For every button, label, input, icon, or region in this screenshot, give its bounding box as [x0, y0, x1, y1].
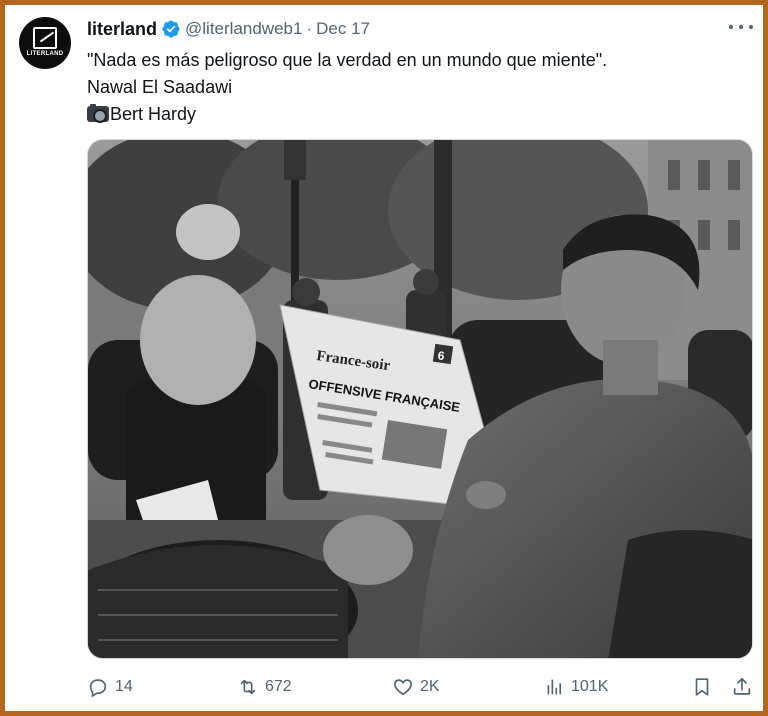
share-icon: [733, 677, 751, 695]
more-options-icon[interactable]: [729, 19, 753, 35]
tweet-credit-line: Bert Hardy: [87, 101, 747, 128]
views-button[interactable]: 101K: [543, 673, 608, 701]
action-bar: 14 672 2K 101K: [87, 673, 753, 701]
verified-badge-icon: [162, 20, 180, 38]
tweet-header: literland @literlandweb1 · Dec 17: [87, 17, 370, 41]
reply-count: 14: [115, 678, 133, 695]
view-count: 101K: [571, 678, 609, 695]
literland-logo-icon: [33, 27, 57, 49]
author-display-name[interactable]: literland: [87, 19, 157, 40]
tweet-card: LITERLAND literland @literlandweb1 · Dec…: [5, 5, 763, 711]
like-count: 2K: [420, 678, 440, 695]
photographer-name: Bert Hardy: [110, 104, 197, 124]
header-separator: ·: [306, 19, 313, 38]
tweet-date[interactable]: Dec 17: [316, 19, 370, 39]
tweet-photo[interactable]: France-soir 6 OFFENSIVE FRANÇAISE: [87, 139, 753, 659]
bookmark-icon: [695, 678, 709, 696]
views-chart-icon: [547, 679, 562, 695]
author-handle[interactable]: @literlandweb1: [185, 19, 302, 39]
reply-button[interactable]: 14: [87, 673, 133, 701]
share-button[interactable]: [731, 673, 753, 701]
photo-image: France-soir 6 OFFENSIVE FRANÇAISE: [88, 140, 752, 658]
bookmark-button[interactable]: [691, 673, 713, 701]
avatar-brand-text: LITERLAND: [26, 51, 64, 57]
tweet-quote-line: "Nada es más peligroso que la verdad en …: [87, 50, 608, 70]
tweet-text: "Nada es más peligroso que la verdad en …: [87, 47, 747, 128]
like-button[interactable]: 2K: [392, 673, 440, 701]
author-avatar[interactable]: LITERLAND: [19, 17, 71, 69]
reply-icon: [89, 679, 107, 698]
repost-count: 672: [265, 678, 292, 695]
heart-icon: [394, 679, 412, 696]
tweet-author-line: Nawal El Saadawi: [87, 77, 233, 97]
repost-button[interactable]: 672: [237, 673, 292, 701]
repost-icon: [240, 679, 256, 695]
camera-icon: [87, 104, 109, 123]
